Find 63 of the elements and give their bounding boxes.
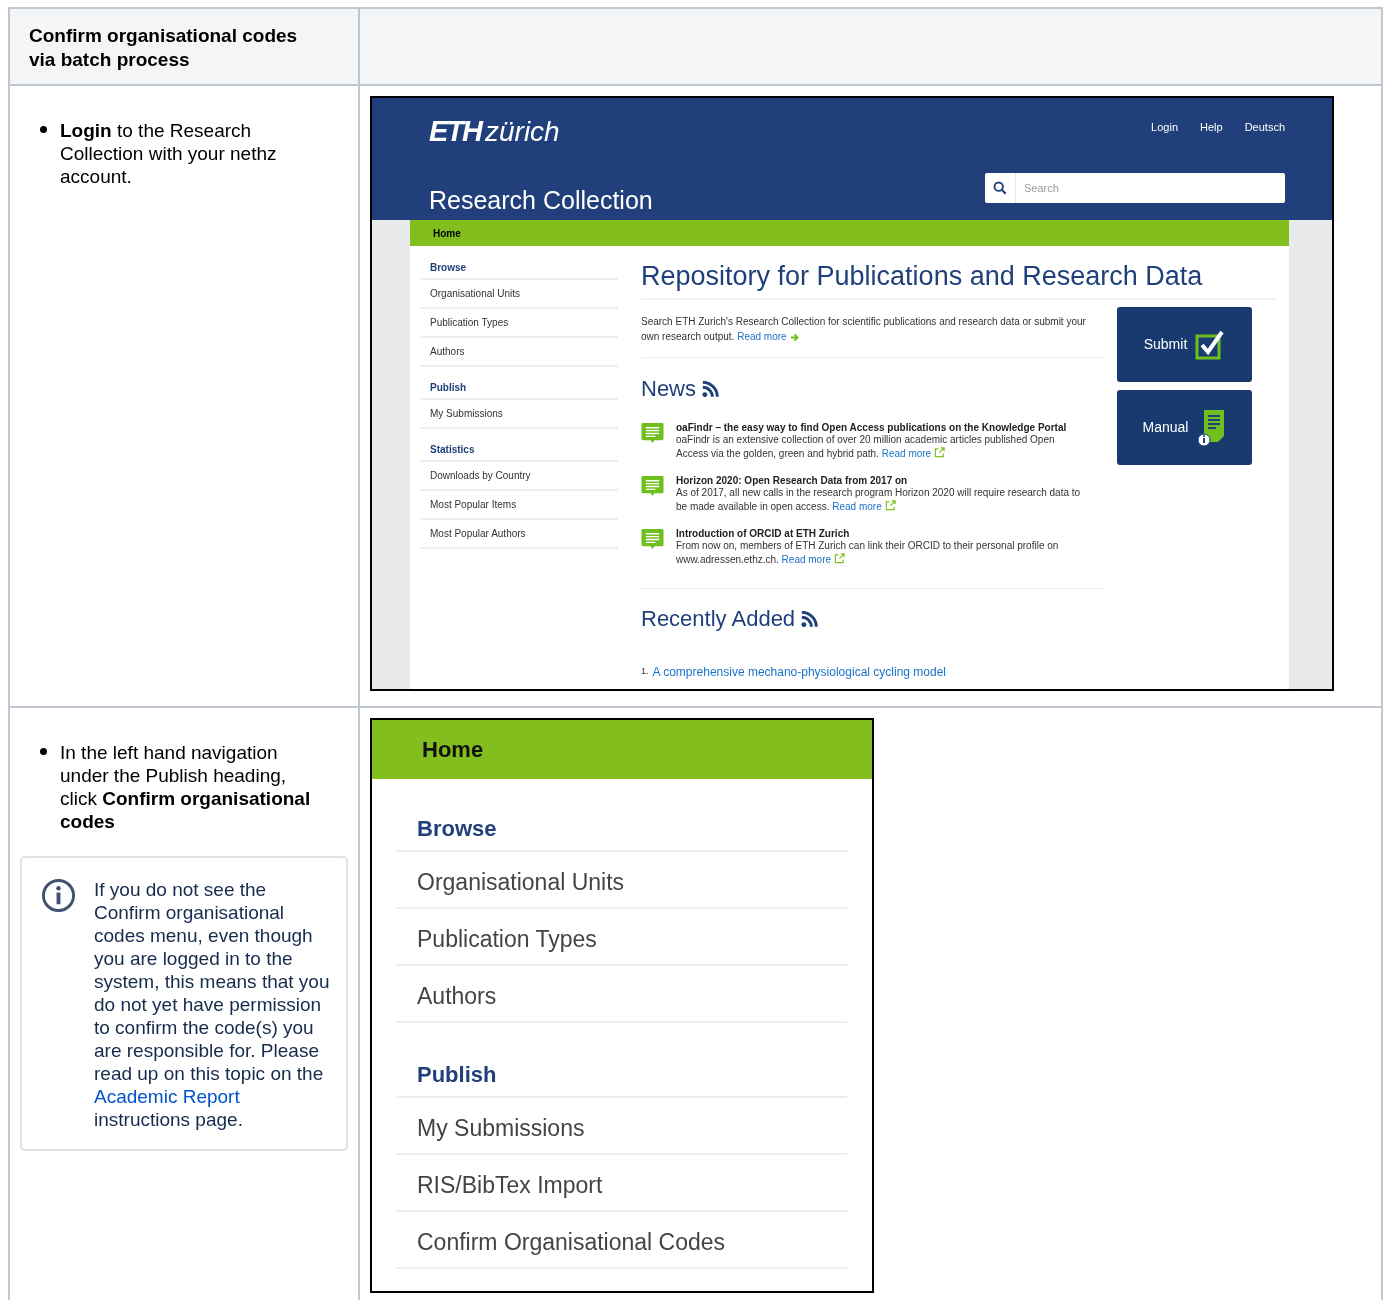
section-heading: Recently Added <box>641 602 1105 635</box>
sidebar-item[interactable]: My Submissions <box>420 400 618 429</box>
rss-icon <box>801 610 818 627</box>
nav-link[interactable]: Deutsch <box>1244 119 1285 136</box>
rss-icon <box>702 380 719 397</box>
speech-bubble-icon <box>641 475 664 498</box>
breadcrumb-link[interactable]: Home <box>422 733 484 766</box>
sidebar-heading: Publish <box>420 380 618 400</box>
read-more-link[interactable]: Read more <box>881 448 946 459</box>
nav-link[interactable]: Help <box>1200 119 1223 136</box>
read-more-link[interactable]: Read more <box>737 331 799 342</box>
sidebar-item[interactable]: Downloads by Country <box>420 462 618 491</box>
document-info-icon <box>1196 407 1227 448</box>
bullet-icon <box>40 748 47 755</box>
news-text: oaFindr is an extensive collection of over 20 million academic articles published Open Access via the golden, green and hybrid path. Read more <box>676 433 1056 461</box>
read-more-link[interactable]: Read more <box>832 501 896 512</box>
nav-link[interactable]: Login <box>1151 119 1178 136</box>
list-number: 1. <box>641 665 649 678</box>
info-text: If you do not see the Confirm organisational codes menu, even though you are logged in to the system, this means that you do not yet have permission to confirm the code(s) you are responsible for. Please read up on this topic on the Academic Report instructions page. <box>94 878 331 1131</box>
news-title: Horizon 2020: Open Research Data from 2017 on <box>676 475 909 486</box>
sidebar-item[interactable]: Organisational Units <box>420 280 618 309</box>
item-link[interactable]: A comprehensive mechano-physiological cycling model <box>652 663 946 681</box>
speech-bubble-icon <box>641 528 664 551</box>
logo: ETHzürich <box>429 116 561 149</box>
page-heading: Repository for Publications and Research Data <box>641 260 1275 300</box>
sidebar-heading: Browse <box>420 260 618 280</box>
sidebar-item[interactable]: RIS/BibTex Import <box>396 1155 847 1212</box>
link[interactable]: Academic Report <box>94 1086 240 1107</box>
sidebar-item[interactable]: Authors <box>420 338 618 367</box>
info-icon <box>41 878 76 913</box>
search-icon <box>993 180 1007 195</box>
intro-text: Search ETH Zurich's Research Collection for scientific publications and research data or submit your own research output. Read more <box>641 314 1105 358</box>
sidebar-item[interactable]: Publication Types <box>420 309 618 338</box>
sidebar-item[interactable]: Organisational Units <box>396 852 847 909</box>
bullet-icon <box>40 126 47 133</box>
step-text: Login to the Research Collection with your nethz account. <box>60 119 278 188</box>
table-header-cell-text: Confirm organisational codes via batch process <box>29 24 299 72</box>
breadcrumb-link[interactable]: Home <box>433 225 461 241</box>
sidebar-item[interactable]: Confirm Organisational Codes <box>396 1212 847 1269</box>
news-title: oaFindr – the easy way to find Open Access publications on the Knowledge Portal <box>676 422 1068 433</box>
external-link-icon <box>834 553 846 564</box>
checkbox-icon <box>1195 329 1226 360</box>
submit-button[interactable]: Submit <box>1117 307 1252 382</box>
sidebar-item[interactable]: My Submissions <box>396 1098 847 1155</box>
external-link-icon <box>934 447 946 458</box>
sidebar-heading: Statistics <box>420 442 618 462</box>
news-text: From now on, members of ETH Zurich can link their ORCID to their personal profile on www.adressen.ethz.ch. Read more <box>676 539 1060 567</box>
sidebar-item[interactable]: Authors <box>396 966 847 1023</box>
read-more-link[interactable]: Read more <box>781 554 846 565</box>
speech-bubble-icon <box>641 422 664 445</box>
arrow-right-icon <box>789 332 799 342</box>
sidebar-item[interactable]: Most Popular Authors <box>420 520 618 549</box>
step-text: In the left hand navigation under the Publish heading, click Confirm organisational codes <box>60 741 312 833</box>
sidebar-item[interactable]: Publication Types <box>396 909 847 966</box>
external-link-icon <box>884 500 896 511</box>
section-heading: News <box>641 372 1105 405</box>
news-title: Introduction of ORCID at ETH Zurich <box>676 528 851 539</box>
sidebar-item[interactable]: Most Popular Items <box>420 491 618 520</box>
site-title: Research Collection <box>429 185 653 215</box>
news-text: As of 2017, all new calls in the research program Horizon 2020 will require research data to be made available in open access. Read more <box>676 486 1082 514</box>
manual-button[interactable]: Manual <box>1117 390 1252 465</box>
sidebar-heading: Browse <box>396 812 847 852</box>
sidebar-heading: Publish <box>396 1058 847 1098</box>
